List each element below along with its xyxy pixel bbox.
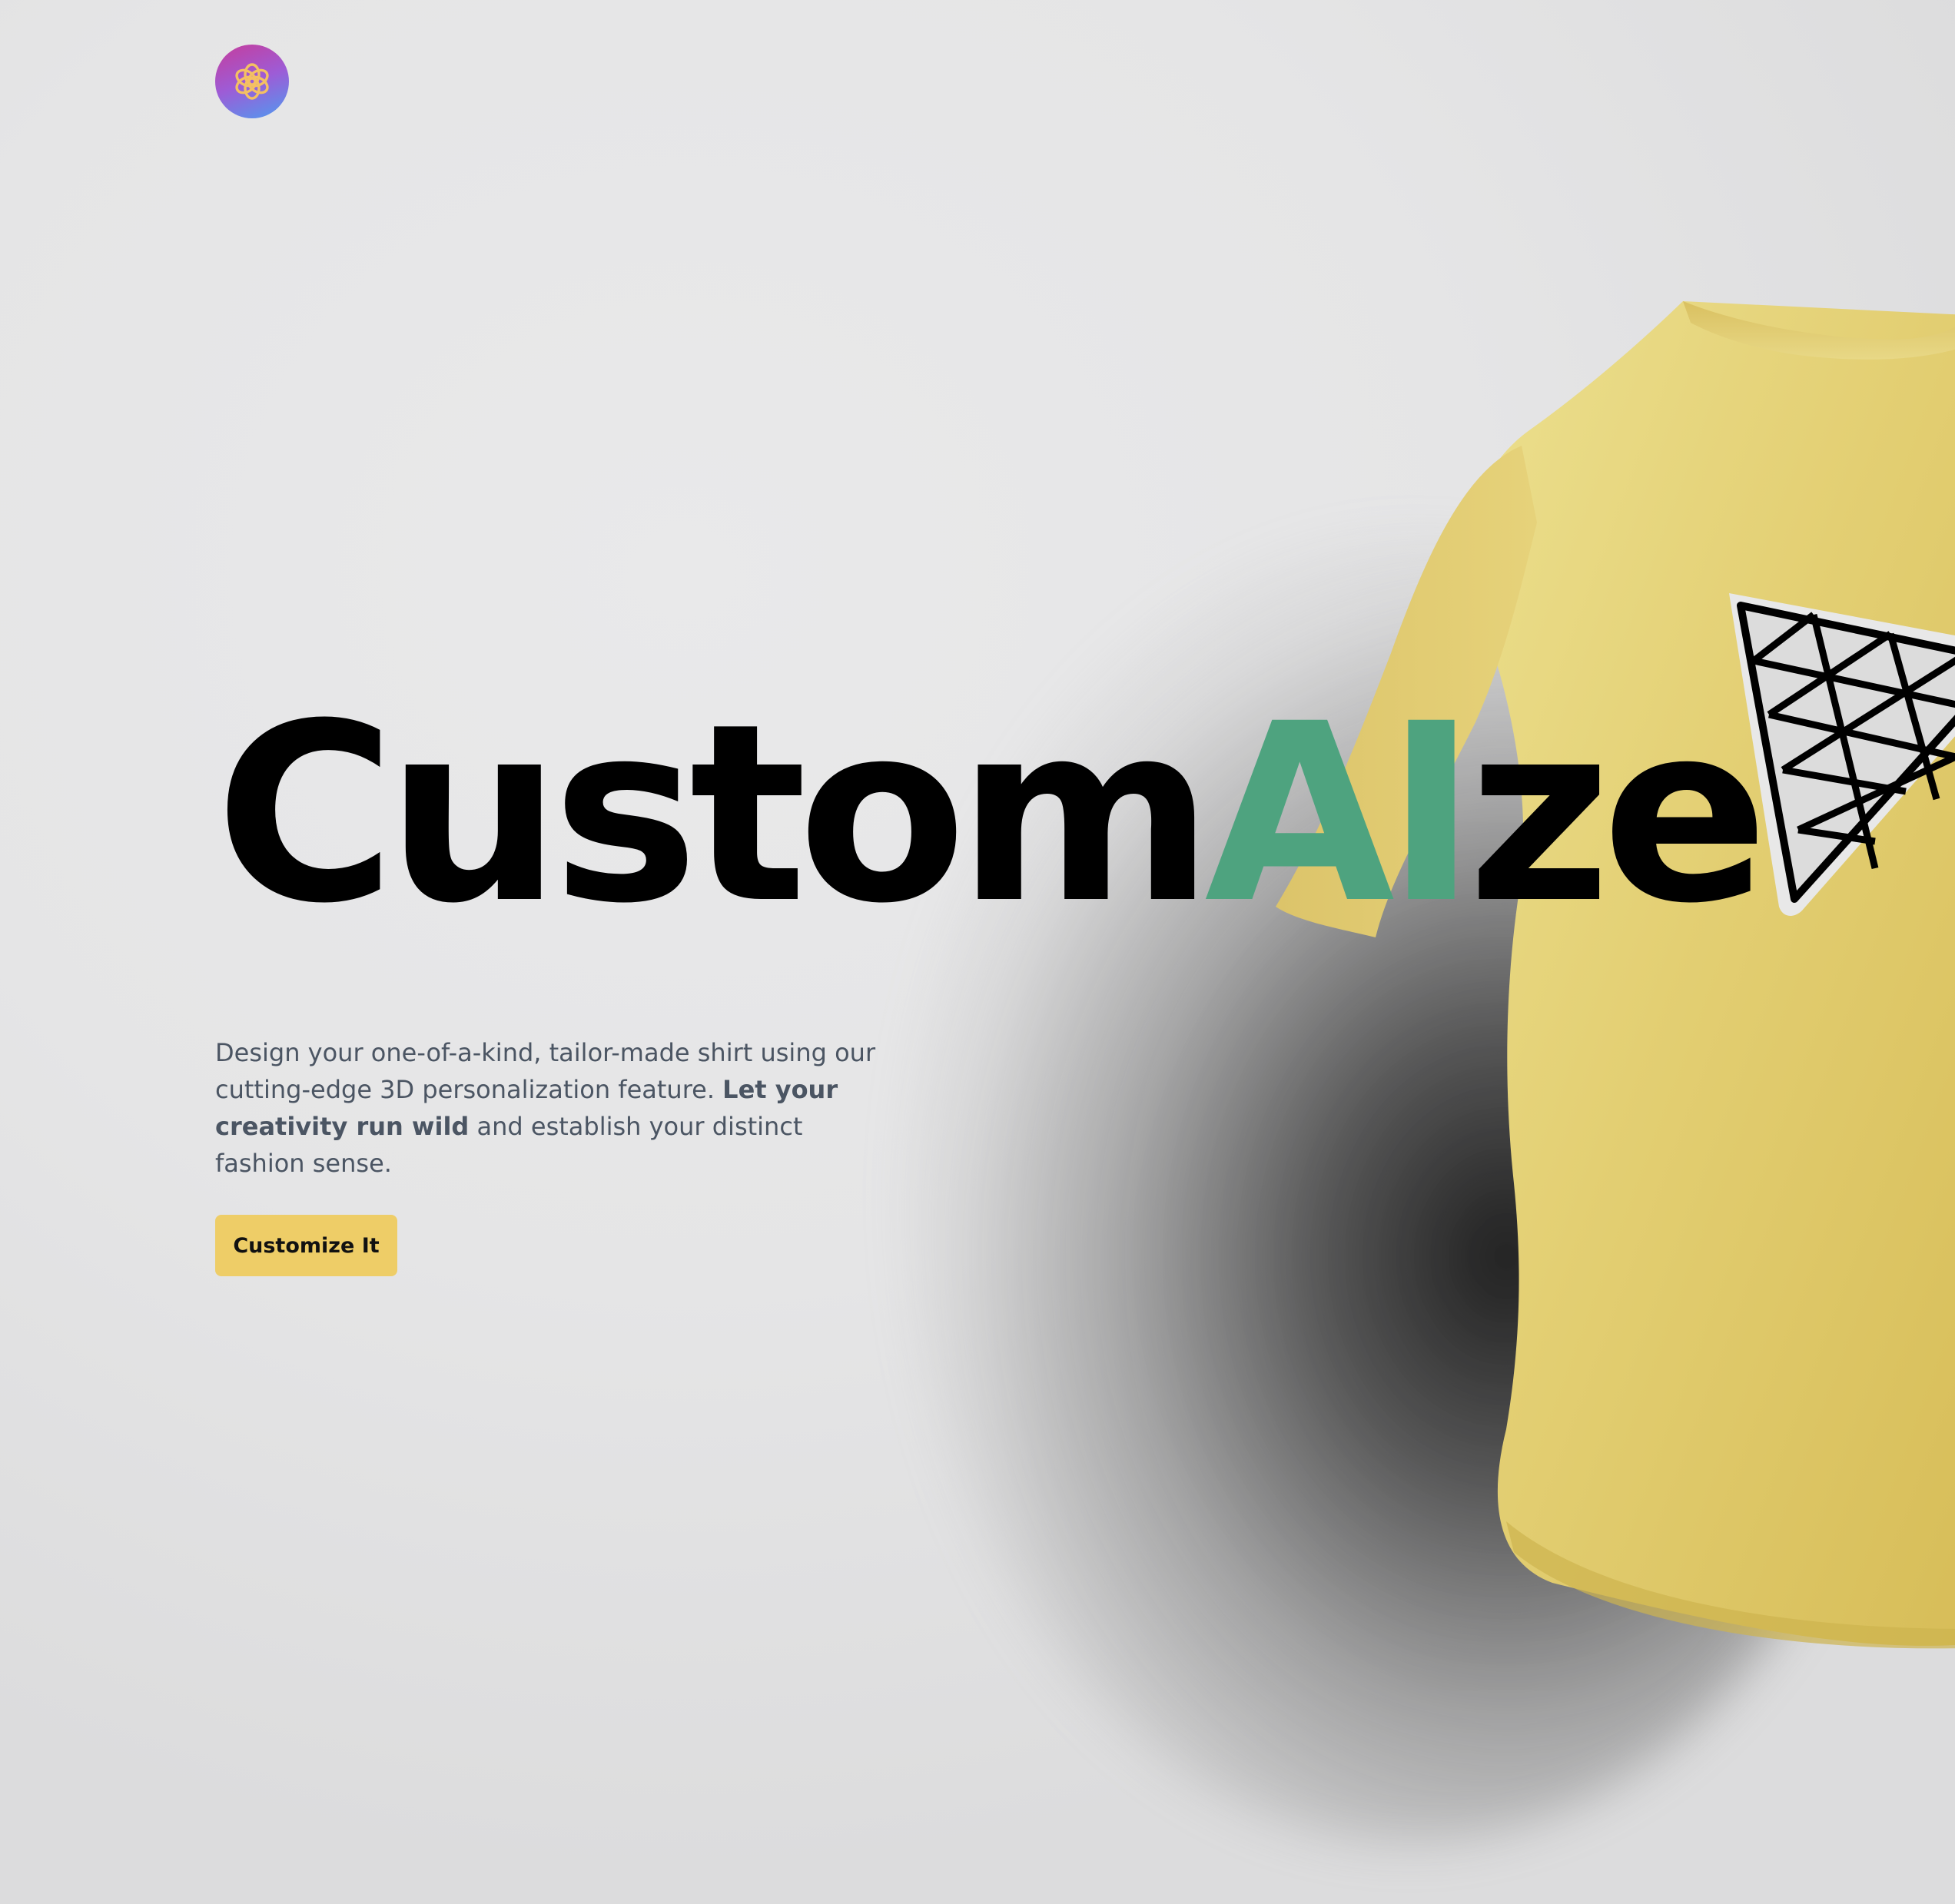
hero-title-accent: AI xyxy=(1204,672,1477,957)
hero-title-part2: ze xyxy=(1468,672,1768,957)
hero-description: Design your one-of-a-kind, tailor-made s… xyxy=(215,1034,876,1182)
customize-it-button[interactable]: Customize It xyxy=(215,1215,397,1276)
logo-knot-icon xyxy=(235,63,269,100)
hero-title-part1: Custom xyxy=(215,672,1213,957)
hero-canvas: CustomAIze Design your one-of-a-kind, ta… xyxy=(0,0,1955,1904)
openai-logo-icon[interactable] xyxy=(215,45,289,118)
tshirt-3d-model[interactable] xyxy=(1199,292,1955,1675)
shirt-body xyxy=(1466,301,1955,1646)
hero-title: CustomAIze xyxy=(215,692,1768,937)
